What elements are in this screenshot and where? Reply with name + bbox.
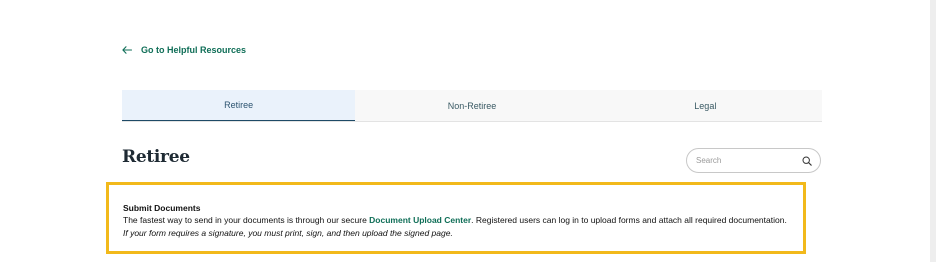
tab-non-retiree[interactable]: Non-Retiree [355, 90, 588, 121]
notice-title: Submit Documents [123, 203, 201, 213]
page: Go to Helpful Resources Retiree Non-Reti… [0, 0, 936, 262]
submit-documents-notice: Submit Documents The fastest way to send… [106, 182, 806, 254]
back-link-label: Go to Helpful Resources [141, 45, 247, 55]
notice-body: The fastest way to send in your document… [123, 214, 803, 240]
audience-tabs: Retiree Non-Retiree Legal [122, 90, 822, 122]
search-box [686, 148, 821, 173]
document-upload-center-link[interactable]: Document Upload Center [369, 215, 471, 225]
search-input[interactable] [696, 156, 802, 165]
notice-signature-note: If your form requires a signature, you m… [123, 228, 453, 238]
notice-body-continued: . Registered users can log in to upload … [471, 215, 787, 225]
arrow-left-icon [122, 46, 132, 54]
back-to-helpful-resources-link[interactable]: Go to Helpful Resources [122, 43, 246, 57]
notice-body-intro: The fastest way to send in your document… [123, 215, 370, 225]
scrollbar-track[interactable] [930, 0, 936, 262]
page-title: Retiree [122, 147, 190, 167]
search-icon[interactable] [802, 155, 812, 166]
tab-legal[interactable]: Legal [589, 90, 822, 121]
tab-retiree[interactable]: Retiree [122, 90, 356, 121]
